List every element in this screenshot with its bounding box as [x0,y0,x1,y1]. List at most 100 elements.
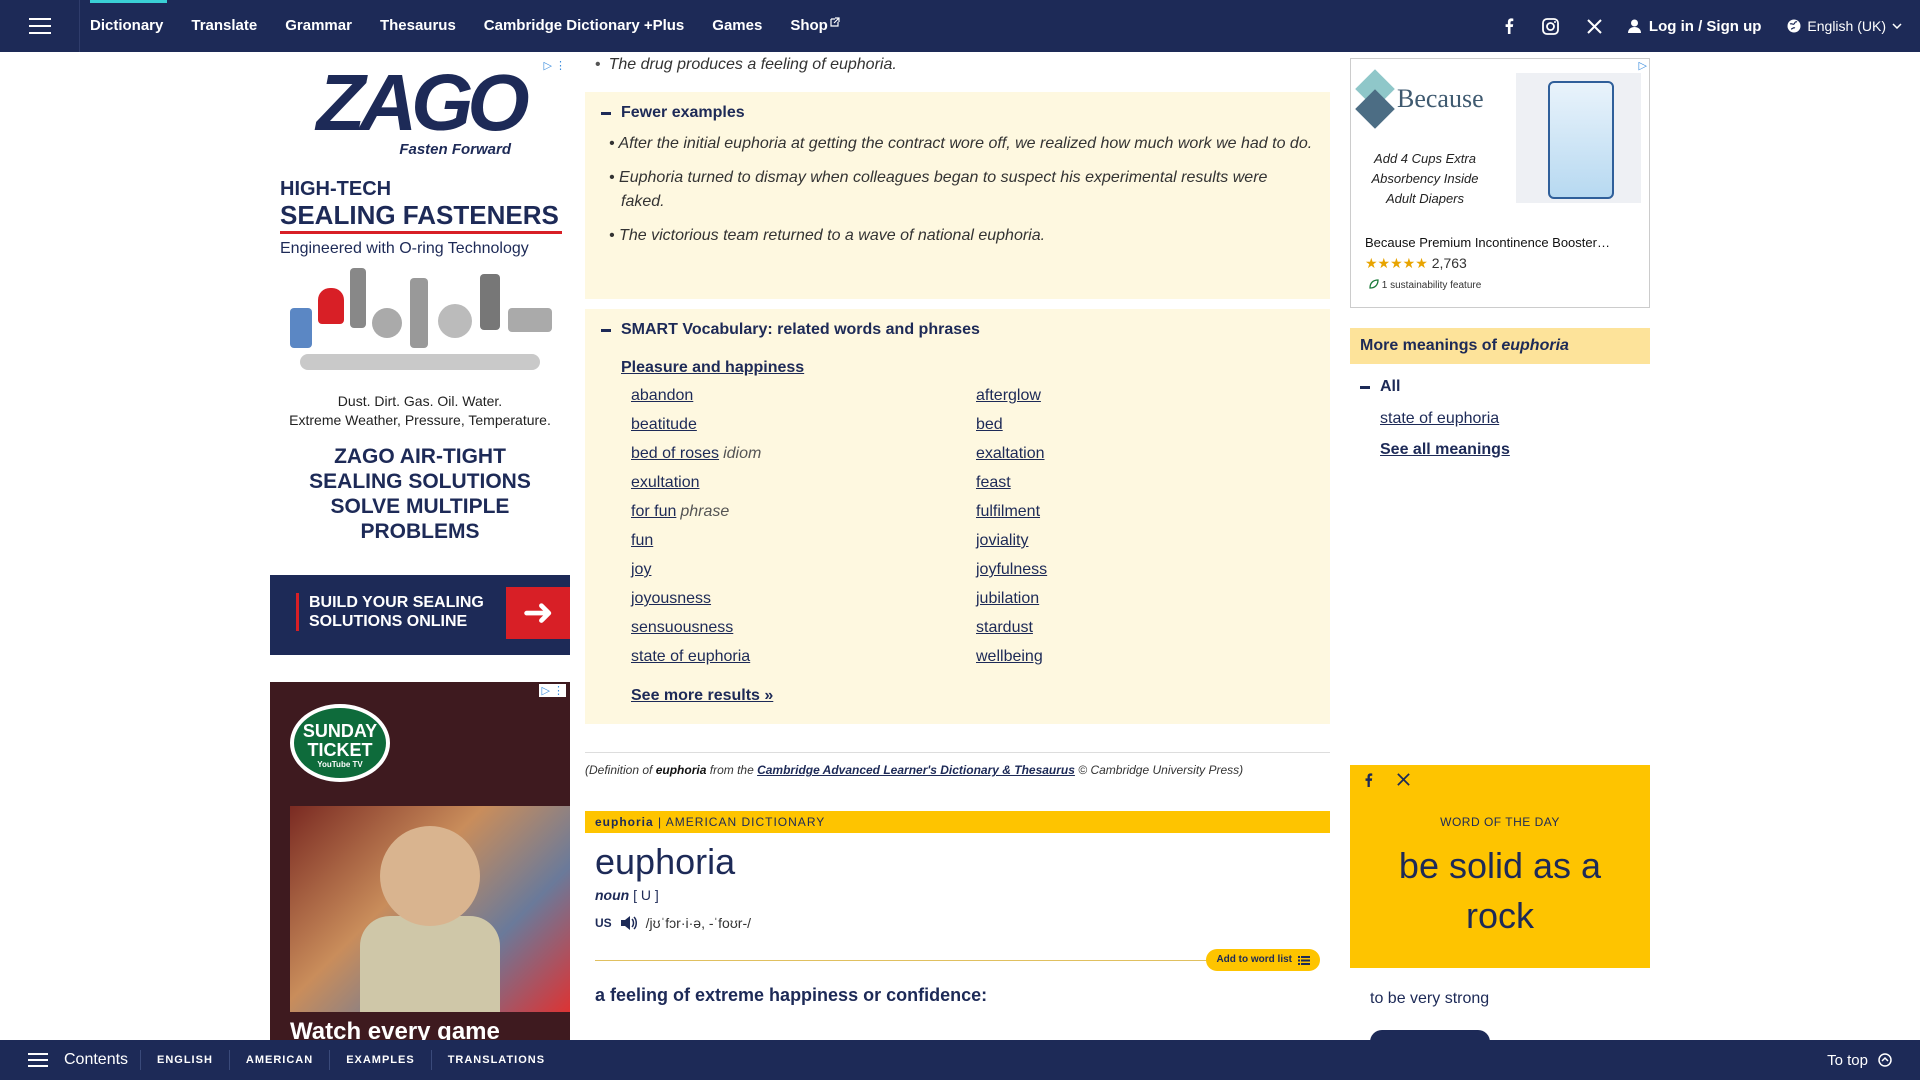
zago-ad[interactable]: ▷ ⋮ ZAGO Fasten Forward HIGH-TECH SEALIN… [270,57,570,655]
smart-word-link[interactable]: for fun [631,503,676,520]
smart-word-item: fulfilment [976,503,1276,524]
language-selector[interactable]: English (UK) [1787,18,1902,34]
rating-stars: ★★★★★ 2,763 [1365,255,1467,271]
smart-word-link[interactable]: joviality [976,532,1028,549]
list-icon [1298,955,1310,965]
wotd-word[interactable]: be solid as a rock [1350,841,1650,941]
bar-word: euphoria [595,815,654,829]
add-to-word-list-button[interactable]: Add to word list [1206,949,1320,971]
all-label: All [1380,378,1401,395]
adchoices-icon[interactable]: ▷ ⋮ [543,59,566,72]
smart-word-link[interactable]: bed of roses [631,445,719,462]
smart-word-link[interactable]: joyfulness [976,561,1047,578]
wotd-definition: to be very strong [1370,990,1490,1007]
adchoices-icon[interactable]: ▷ [1639,59,1647,72]
menu-button[interactable] [0,0,80,52]
x-icon[interactable] [1587,18,1602,34]
smart-word-link[interactable]: fun [631,532,653,549]
smart-vocabulary-toggle[interactable]: SMART Vocabulary: related words and phra… [601,321,1314,339]
grammar-code: [ U ] [633,887,659,903]
jump-examples[interactable]: EXAMPLES [329,1050,431,1070]
smart-word-link[interactable]: exaltation [976,445,1045,462]
login-link[interactable]: Log in / Sign up [1627,18,1761,35]
source-word: euphoria [655,763,707,777]
source-prefix: (Definition of [585,763,653,777]
headword: euphoria [595,841,736,882]
zago-text-2: Extreme Weather, Pressure, Temperature. [289,412,551,428]
wotd-social [1364,773,1410,787]
globe-icon [1787,19,1801,33]
x-icon[interactable] [1397,773,1410,786]
smart-topic-link[interactable]: Pleasure and happiness [621,359,1314,377]
smart-word-item: fun [631,532,976,553]
jump-translations[interactable]: TRANSLATIONS [430,1050,561,1070]
jump-english[interactable]: ENGLISH [140,1050,229,1070]
product-title: Because Premium Incontinence Booster… [1365,235,1610,250]
fewer-examples-list: • After the initial euphoria at getting … [601,132,1314,248]
because-ad[interactable]: ▷ Because Add 4 Cups Extra Absorbency In… [1350,58,1650,308]
instagram-icon[interactable] [1542,17,1559,35]
nav-thesaurus[interactable]: Thesaurus [366,0,470,52]
nav-games[interactable]: Games [698,0,776,52]
nav-translate[interactable]: Translate [177,0,271,52]
to-top-label: To top [1827,1051,1868,1069]
hamburger-icon [28,18,51,34]
list-item: • After the initial euphoria at getting … [609,135,1313,152]
to-top-button[interactable]: To top [1827,1040,1892,1080]
definition-source: (Definition of euphoria from the Cambrid… [585,752,1330,777]
more-meanings-all-toggle[interactable]: All [1360,378,1400,396]
zago-text-1: Dust. Dirt. Gas. Oil. Water. [337,393,503,409]
nav-plus[interactable]: Cambridge Dictionary +Plus [470,0,698,52]
speaker-icon[interactable] [620,915,638,931]
facebook-icon[interactable] [1504,18,1514,34]
fewer-examples-toggle[interactable]: Fewer examples [601,104,1314,122]
see-all-meanings-link[interactable]: See all meanings [1380,441,1510,459]
jump-american[interactable]: AMERICAN [228,1050,329,1070]
nfl-ad[interactable]: ▷ ⋮ SUNDAY TICKET YouTube TV Watch every… [270,682,570,1040]
smart-word-item: state of euphoria [631,648,976,669]
smart-word-item: wellbeing [976,648,1276,669]
nav-grammar[interactable]: Grammar [271,0,366,52]
american-dictionary-bar: euphoria | AMERICAN DICTIONARY [585,811,1330,833]
nav-dictionary[interactable]: Dictionary [80,0,177,52]
nfl-photo [290,806,570,1012]
nfl-headline: Watch every game [290,1018,500,1040]
hamburger-icon [28,1053,48,1067]
smart-word-item: joy [631,561,976,582]
smart-word-link[interactable]: joyousness [631,590,711,607]
smart-word-link[interactable]: wellbeing [976,648,1043,665]
source-book-link[interactable]: Cambridge Advanced Learner's Dictionary … [757,763,1075,777]
more-meanings-prefix: More meanings of [1360,337,1497,354]
see-more-results-link[interactable]: See more results » [631,687,1314,705]
adchoices-icon[interactable]: ▷ ⋮ [539,684,566,697]
facebook-icon[interactable] [1364,773,1373,787]
smart-word-link[interactable]: jubilation [976,590,1039,607]
smart-word-link[interactable]: afterglow [976,387,1041,404]
smart-word-link[interactable]: joy [631,561,651,578]
zago-cta-bar[interactable]: BUILD YOUR SEALING SOLUTIONS ONLINE ➜ [270,575,570,655]
smart-word-link[interactable]: bed [976,416,1003,433]
smart-word-link[interactable]: feast [976,474,1011,491]
example-text: Euphoria turned to dismay when colleague… [619,169,1268,210]
meaning-link[interactable]: state of euphoria [1380,410,1499,428]
nav-shop[interactable]: Shop [776,0,854,52]
smart-word-link[interactable]: stardust [976,619,1033,636]
smart-word-link[interactable]: exultation [631,474,700,491]
smart-word-tag: idiom [723,445,762,462]
smart-word-link[interactable]: abandon [631,387,693,404]
smart-word-link[interactable]: beatitude [631,416,697,433]
region-label: US [595,916,612,930]
list-item: • The victorious team returned to a wave… [609,227,1046,244]
minus-icon [601,111,611,115]
arrow-up-icon [1878,1053,1892,1067]
leaf-icon [1369,279,1379,289]
sustainability-feature: 1 sustainability feature [1369,279,1481,291]
smart-word-link[interactable]: fulfilment [976,503,1040,520]
pronunciation: US /jʊˈfɔr·i·ə, -ˈfoʊr-/ [595,915,1330,931]
smart-word-link[interactable]: sensuousness [631,619,733,636]
contents-button[interactable]: Contents [0,1051,140,1069]
smart-word-item: abandon [631,387,976,408]
smart-word-link[interactable]: state of euphoria [631,648,750,665]
arrow-right-icon: ➜ [506,587,570,639]
smart-word-item: exaltation [976,445,1276,466]
